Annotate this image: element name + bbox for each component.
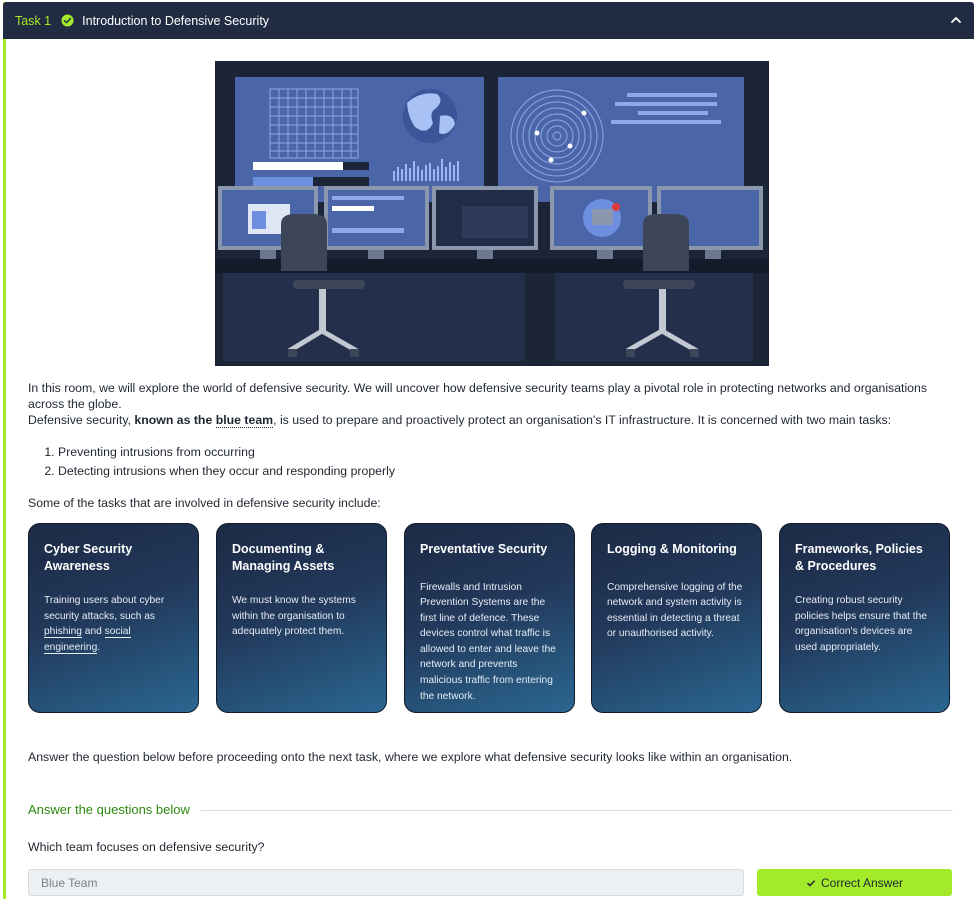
card-text: and [81,626,105,638]
card-title: Frameworks, Policies & Procedures [795,542,923,573]
answers-section-title: Answer the questions below [28,802,190,817]
defensive-bold-a: known as the [134,413,216,427]
card-description: We must know the systems within the orga… [232,595,356,638]
section-divider [201,810,953,811]
defensive-post: , is used to prepare and proactively pro… [273,413,892,427]
card-description: Firewalls and Intrusion Prevention Syste… [420,581,556,702]
list-item: Preventing intrusions from occurring [58,443,395,462]
card-documenting-assets: Documenting & Managing Assets We must kn… [216,523,387,713]
main-tasks-list: Preventing intrusions from occurring Det… [28,443,395,481]
answer-input[interactable] [28,869,744,896]
card-description: Comprehensive logging of the network and… [607,581,743,640]
phishing-link[interactable]: phishing [44,626,82,639]
check-circle-icon [61,14,74,27]
task-number: Task 1 [15,13,52,28]
list-item: Detecting intrusions when they occur and… [58,462,395,481]
check-icon [806,879,816,887]
chevron-up-icon[interactable] [950,14,962,26]
security-operations-center-illustration [215,61,769,366]
card-preventative-security: Preventative Security Firewalls and Intr… [404,523,575,713]
defensive-pre: Defensive security, [28,413,135,427]
outro-paragraph: Answer the question below before proceed… [28,750,793,764]
card-title: Logging & Monitoring [607,542,737,556]
card-description: Creating robust security policies helps … [795,595,927,653]
card-title: Preventative Security [420,542,548,556]
defensive-security-paragraph: Defensive security, known as the blue te… [28,412,891,428]
task-panel: Task 1 Introduction to Defensive Securit… [3,2,974,899]
card-cyber-security-awareness: Cyber Security Awareness Training users … [28,523,199,713]
task-header[interactable]: Task 1 Introduction to Defensive Securit… [3,2,974,39]
card-frameworks-policies: Frameworks, Policies & Procedures Creati… [779,523,950,713]
question-text: Which team focuses on defensive security… [28,840,265,854]
card-title: Cyber Security Awareness [44,542,133,573]
blue-team-term[interactable]: blue team [215,413,274,428]
card-text: . [97,641,101,653]
tasks-intro-paragraph: Some of the tasks that are involved in d… [28,496,381,510]
card-text: Training users about cyber security atta… [44,595,165,622]
intro-paragraph: In this room, we will explore the world … [28,381,928,411]
card-logging-monitoring: Logging & Monitoring Comprehensive loggi… [591,523,762,713]
button-label: Correct Answer [820,875,904,890]
card-title: Documenting & Managing Assets [232,542,335,573]
correct-answer-button[interactable]: Correct Answer [757,869,952,896]
card-description: Training users about cyber security atta… [44,593,184,655]
task-title: Introduction to Defensive Security [82,13,270,28]
